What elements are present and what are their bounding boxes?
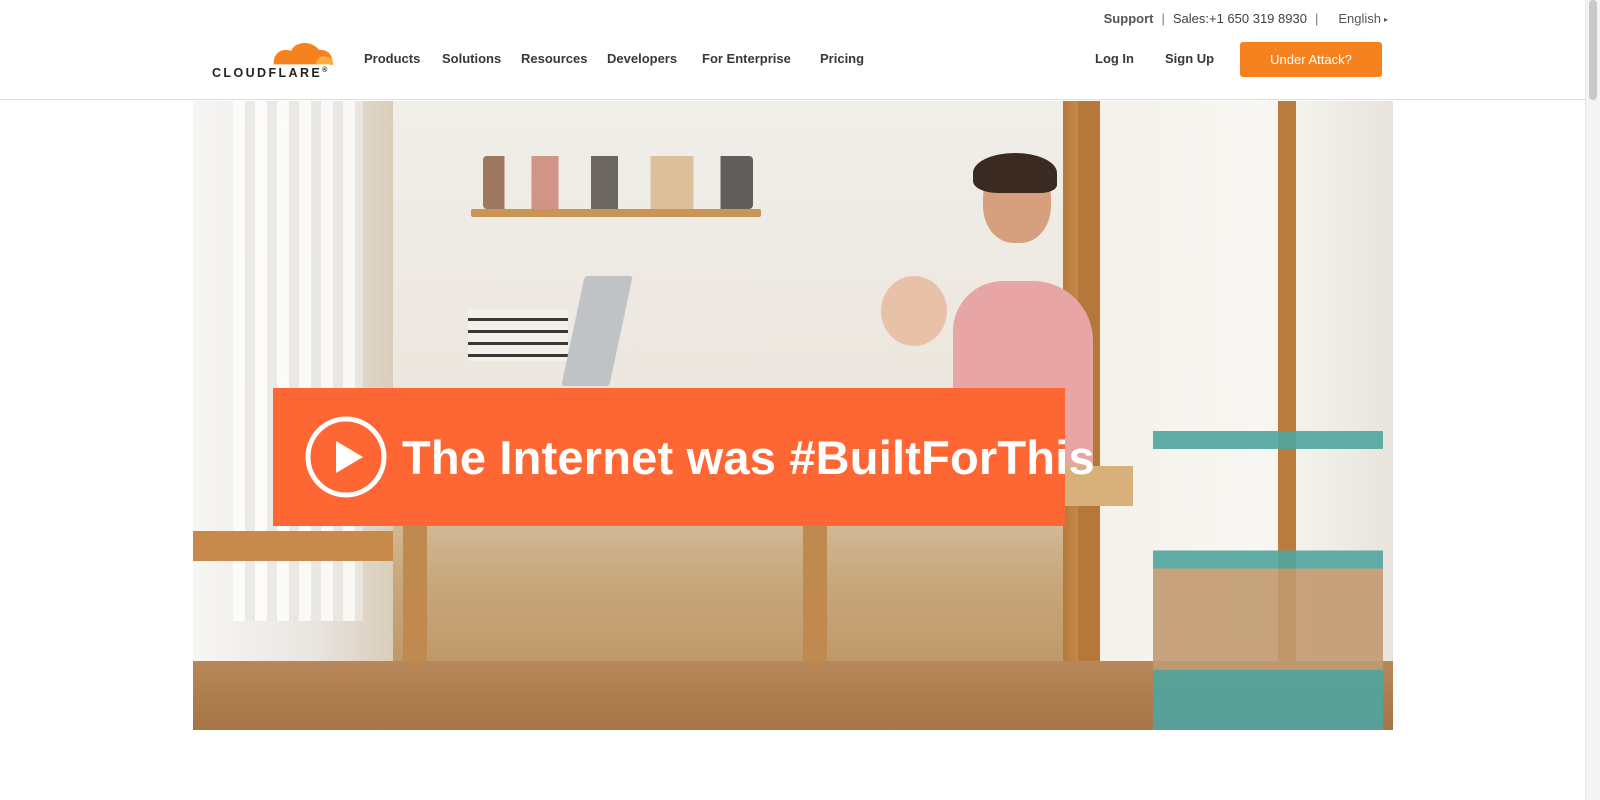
cloud-logo-icon [273, 42, 334, 66]
hero-baby [881, 276, 947, 346]
nav-item-products[interactable]: Products [364, 51, 420, 66]
hero-shelf-items [483, 156, 753, 209]
video-play-banner[interactable]: The Internet was #BuiltForThis [273, 388, 1095, 526]
logo-wordmark: CLOUDFLARE® [212, 66, 328, 80]
nav-item-resources[interactable]: Resources [521, 51, 587, 66]
separator: | [1161, 10, 1165, 26]
login-link[interactable]: Log In [1095, 51, 1134, 66]
nav-item-pricing[interactable]: Pricing [820, 51, 864, 66]
separator: | [1314, 10, 1319, 26]
hero-person-hair [973, 153, 1057, 193]
utility-bar: Support | Sales:+1 650 319 8930 | Englis… [1104, 10, 1388, 26]
under-attack-button[interactable]: Under Attack? [1240, 42, 1382, 77]
signup-link[interactable]: Sign Up [1165, 51, 1214, 66]
nav-item-developers[interactable]: Developers [607, 51, 677, 66]
support-link[interactable]: Support [1104, 11, 1154, 26]
language-label: English [1338, 10, 1381, 26]
nav-item-for-enterprise[interactable]: For Enterprise [702, 51, 791, 66]
nav-item-solutions[interactable]: Solutions [442, 51, 501, 66]
hero-cart [1153, 431, 1383, 730]
sales-phone-link[interactable]: Sales:+1 650 319 8930 [1173, 11, 1307, 26]
language-selector[interactable]: English ▸ [1338, 11, 1388, 26]
caret-right-icon: ▸ [1383, 14, 1388, 24]
hero-headline: The Internet was #BuiltForThis [402, 430, 1095, 484]
hero-bench [193, 531, 393, 561]
hero-laptop [561, 276, 633, 386]
cloudflare-logo[interactable]: CLOUDFLARE® [212, 38, 334, 80]
scrollbar-thumb[interactable] [1589, 0, 1597, 100]
play-circle-icon [305, 416, 387, 498]
page-scrollbar[interactable] [1585, 0, 1600, 800]
hero-books [468, 309, 568, 361]
hero-shelf [471, 209, 761, 217]
